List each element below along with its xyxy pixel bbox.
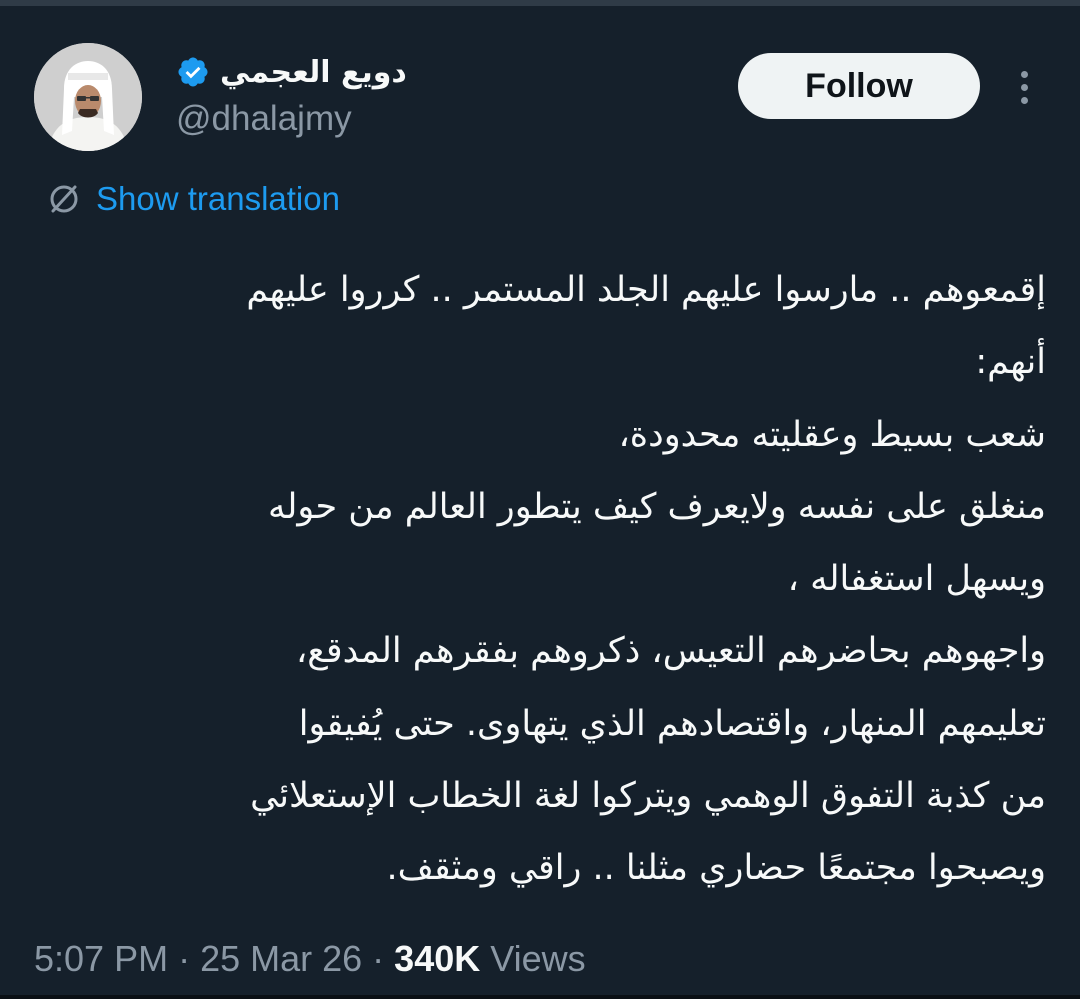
profile-photo-icon xyxy=(34,43,142,151)
more-options-button[interactable] xyxy=(1006,64,1042,110)
tweet-text-line: ويصبحوا مجتمعًا حضاري مثلنا .. راقي ومثق… xyxy=(386,848,1046,889)
tweet-text-line: تعليمهم المنهار، واقتصادهم الذي يتهاوى. … xyxy=(298,703,1046,744)
top-divider xyxy=(0,0,1080,6)
tweet-text-line: منغلق على نفسه ولايعرف كيف يتطور العالم … xyxy=(267,486,1046,527)
more-vertical-icon-dot xyxy=(1020,83,1028,91)
tweet-text-line: شعب بسيط وعقليته محدودة، xyxy=(618,414,1046,455)
tweet-text: إقمعوهم .. مارسوا عليهم الجلد المستمر ..… xyxy=(60,254,1046,905)
tweet-card: دويع العجمي @dhalajmy Follow Show transl… xyxy=(0,0,1080,999)
tweet-text-line: أنهم: xyxy=(975,342,1046,383)
avatar[interactable] xyxy=(34,43,142,151)
meta-separator: · xyxy=(362,938,395,979)
tweet-text-line: إقمعوهم .. مارسوا عليهم الجلد المستمر ..… xyxy=(246,270,1046,310)
views-count[interactable]: 340K xyxy=(394,938,480,980)
verified-badge-icon xyxy=(178,57,208,87)
tweet-text-line: واجهوهم بحاضرهم التعيس، ذكروهم بفقرهم ال… xyxy=(295,631,1046,672)
tweet-time[interactable]: 5:07 PM xyxy=(34,938,168,980)
meta-separator: · xyxy=(168,938,201,979)
globe-translate-icon xyxy=(50,185,78,213)
tweet-text-line: من كذبة التفوق الوهمي ويتركوا لغة الخطاب… xyxy=(250,776,1046,817)
more-vertical-icon xyxy=(1020,70,1028,78)
author-handle[interactable]: @dhalajmy xyxy=(176,99,352,139)
show-translation-button[interactable]: Show translation xyxy=(46,177,340,221)
bottom-divider xyxy=(0,995,1080,999)
more-vertical-icon-dot xyxy=(1020,96,1028,104)
author-name-row[interactable]: دويع العجمي xyxy=(176,50,407,94)
author-display-name: دويع العجمي xyxy=(220,54,407,90)
views-label: Views xyxy=(480,938,586,979)
show-translation-label: Show translation xyxy=(96,180,340,217)
tweet-date[interactable]: 25 Mar 26 xyxy=(200,938,362,980)
follow-button[interactable]: Follow xyxy=(738,53,980,119)
tweet-text-line: ويسهل استغفاله ، xyxy=(787,559,1046,600)
tweet-meta: 5:07 PM · 25 Mar 26 · 340K Views xyxy=(34,934,586,984)
